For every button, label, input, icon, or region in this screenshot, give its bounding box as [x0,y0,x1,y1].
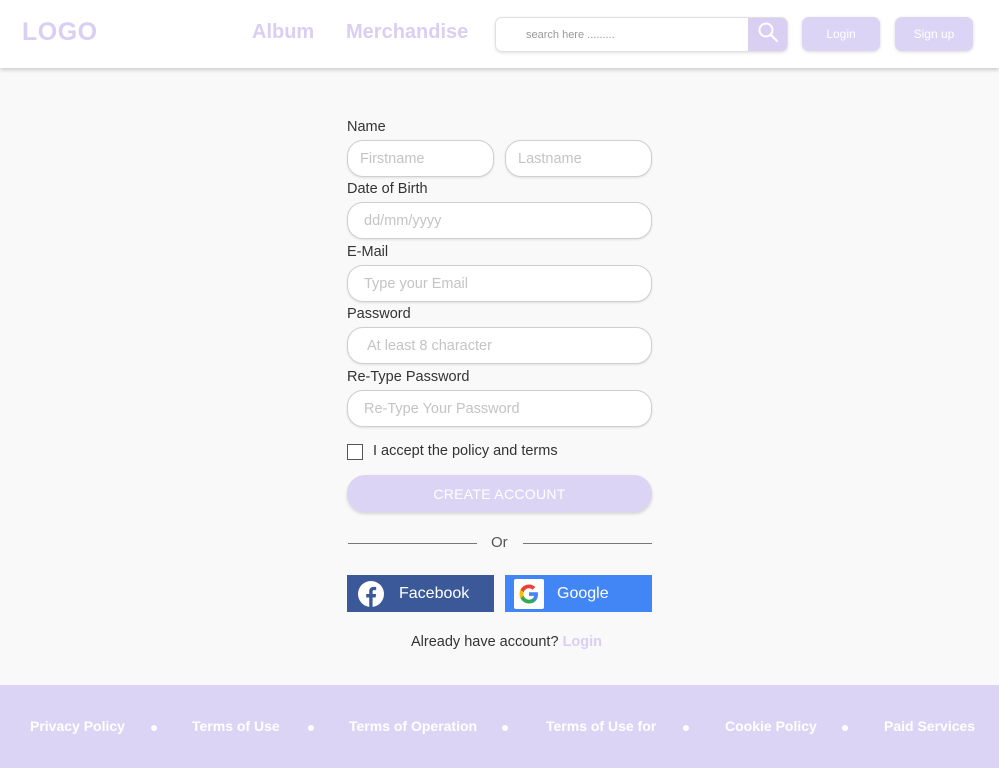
google-login-button[interactable]: Google [505,575,652,612]
footer-privacy-policy[interactable]: Privacy Policy [30,718,125,734]
already-have-account: Already have account? Login [411,634,602,650]
footer-cookie-policy[interactable]: Cookie Policy [725,718,817,734]
retype-password-label: Re-Type Password [347,369,470,385]
facebook-login-button[interactable]: Facebook [347,575,494,612]
footer-terms-of-use[interactable]: Terms of Use [192,718,280,734]
name-label: Name [347,119,386,135]
logo[interactable]: LOGO [22,18,98,47]
search-icon [757,21,779,48]
top-header: LOGO Album Merchandise Login Sign up [0,0,999,68]
nav-album[interactable]: Album [252,21,314,44]
lastname-field[interactable] [505,140,652,177]
footer-dot [308,725,314,731]
footer-dot [151,725,157,731]
footer-paid-services[interactable]: Paid Services [884,718,975,734]
header-login-button[interactable]: Login [802,17,880,51]
dob-label: Date of Birth [347,181,428,197]
email-label: E-Mail [347,244,389,260]
search-box [495,17,788,52]
google-label: Google [557,584,609,602]
divider-right [523,543,652,544]
divider-left [348,543,477,544]
footer-terms-of-operation[interactable]: Terms of Operation [349,718,477,734]
facebook-icon [352,575,389,612]
footer-terms-of-use-for[interactable]: Terms of Use for [546,718,656,734]
search-input[interactable] [496,18,749,51]
already-text: Already have account? [411,634,559,650]
footer-dot [683,725,689,731]
or-separator: Or [491,534,508,551]
facebook-label: Facebook [399,584,470,602]
already-login-link[interactable]: Login [563,634,602,650]
footer: Privacy Policy Terms of Use Terms of Ope… [0,685,999,768]
header-signup-button[interactable]: Sign up [895,17,973,51]
password-field[interactable] [347,327,652,364]
accept-terms-label: I accept the policy and terms [373,443,558,459]
create-account-button[interactable]: CREATE ACCOUNT [347,475,652,512]
search-button[interactable] [748,18,787,51]
firstname-field[interactable] [347,140,494,177]
google-icon [510,575,547,612]
footer-dot [502,725,508,731]
dob-field[interactable] [347,202,652,239]
footer-dot [842,725,848,731]
nav-merchandise[interactable]: Merchandise [346,21,468,44]
accept-terms-checkbox[interactable] [347,444,363,460]
email-field[interactable] [347,265,652,302]
retype-password-field[interactable] [347,390,652,427]
password-label: Password [347,306,411,322]
